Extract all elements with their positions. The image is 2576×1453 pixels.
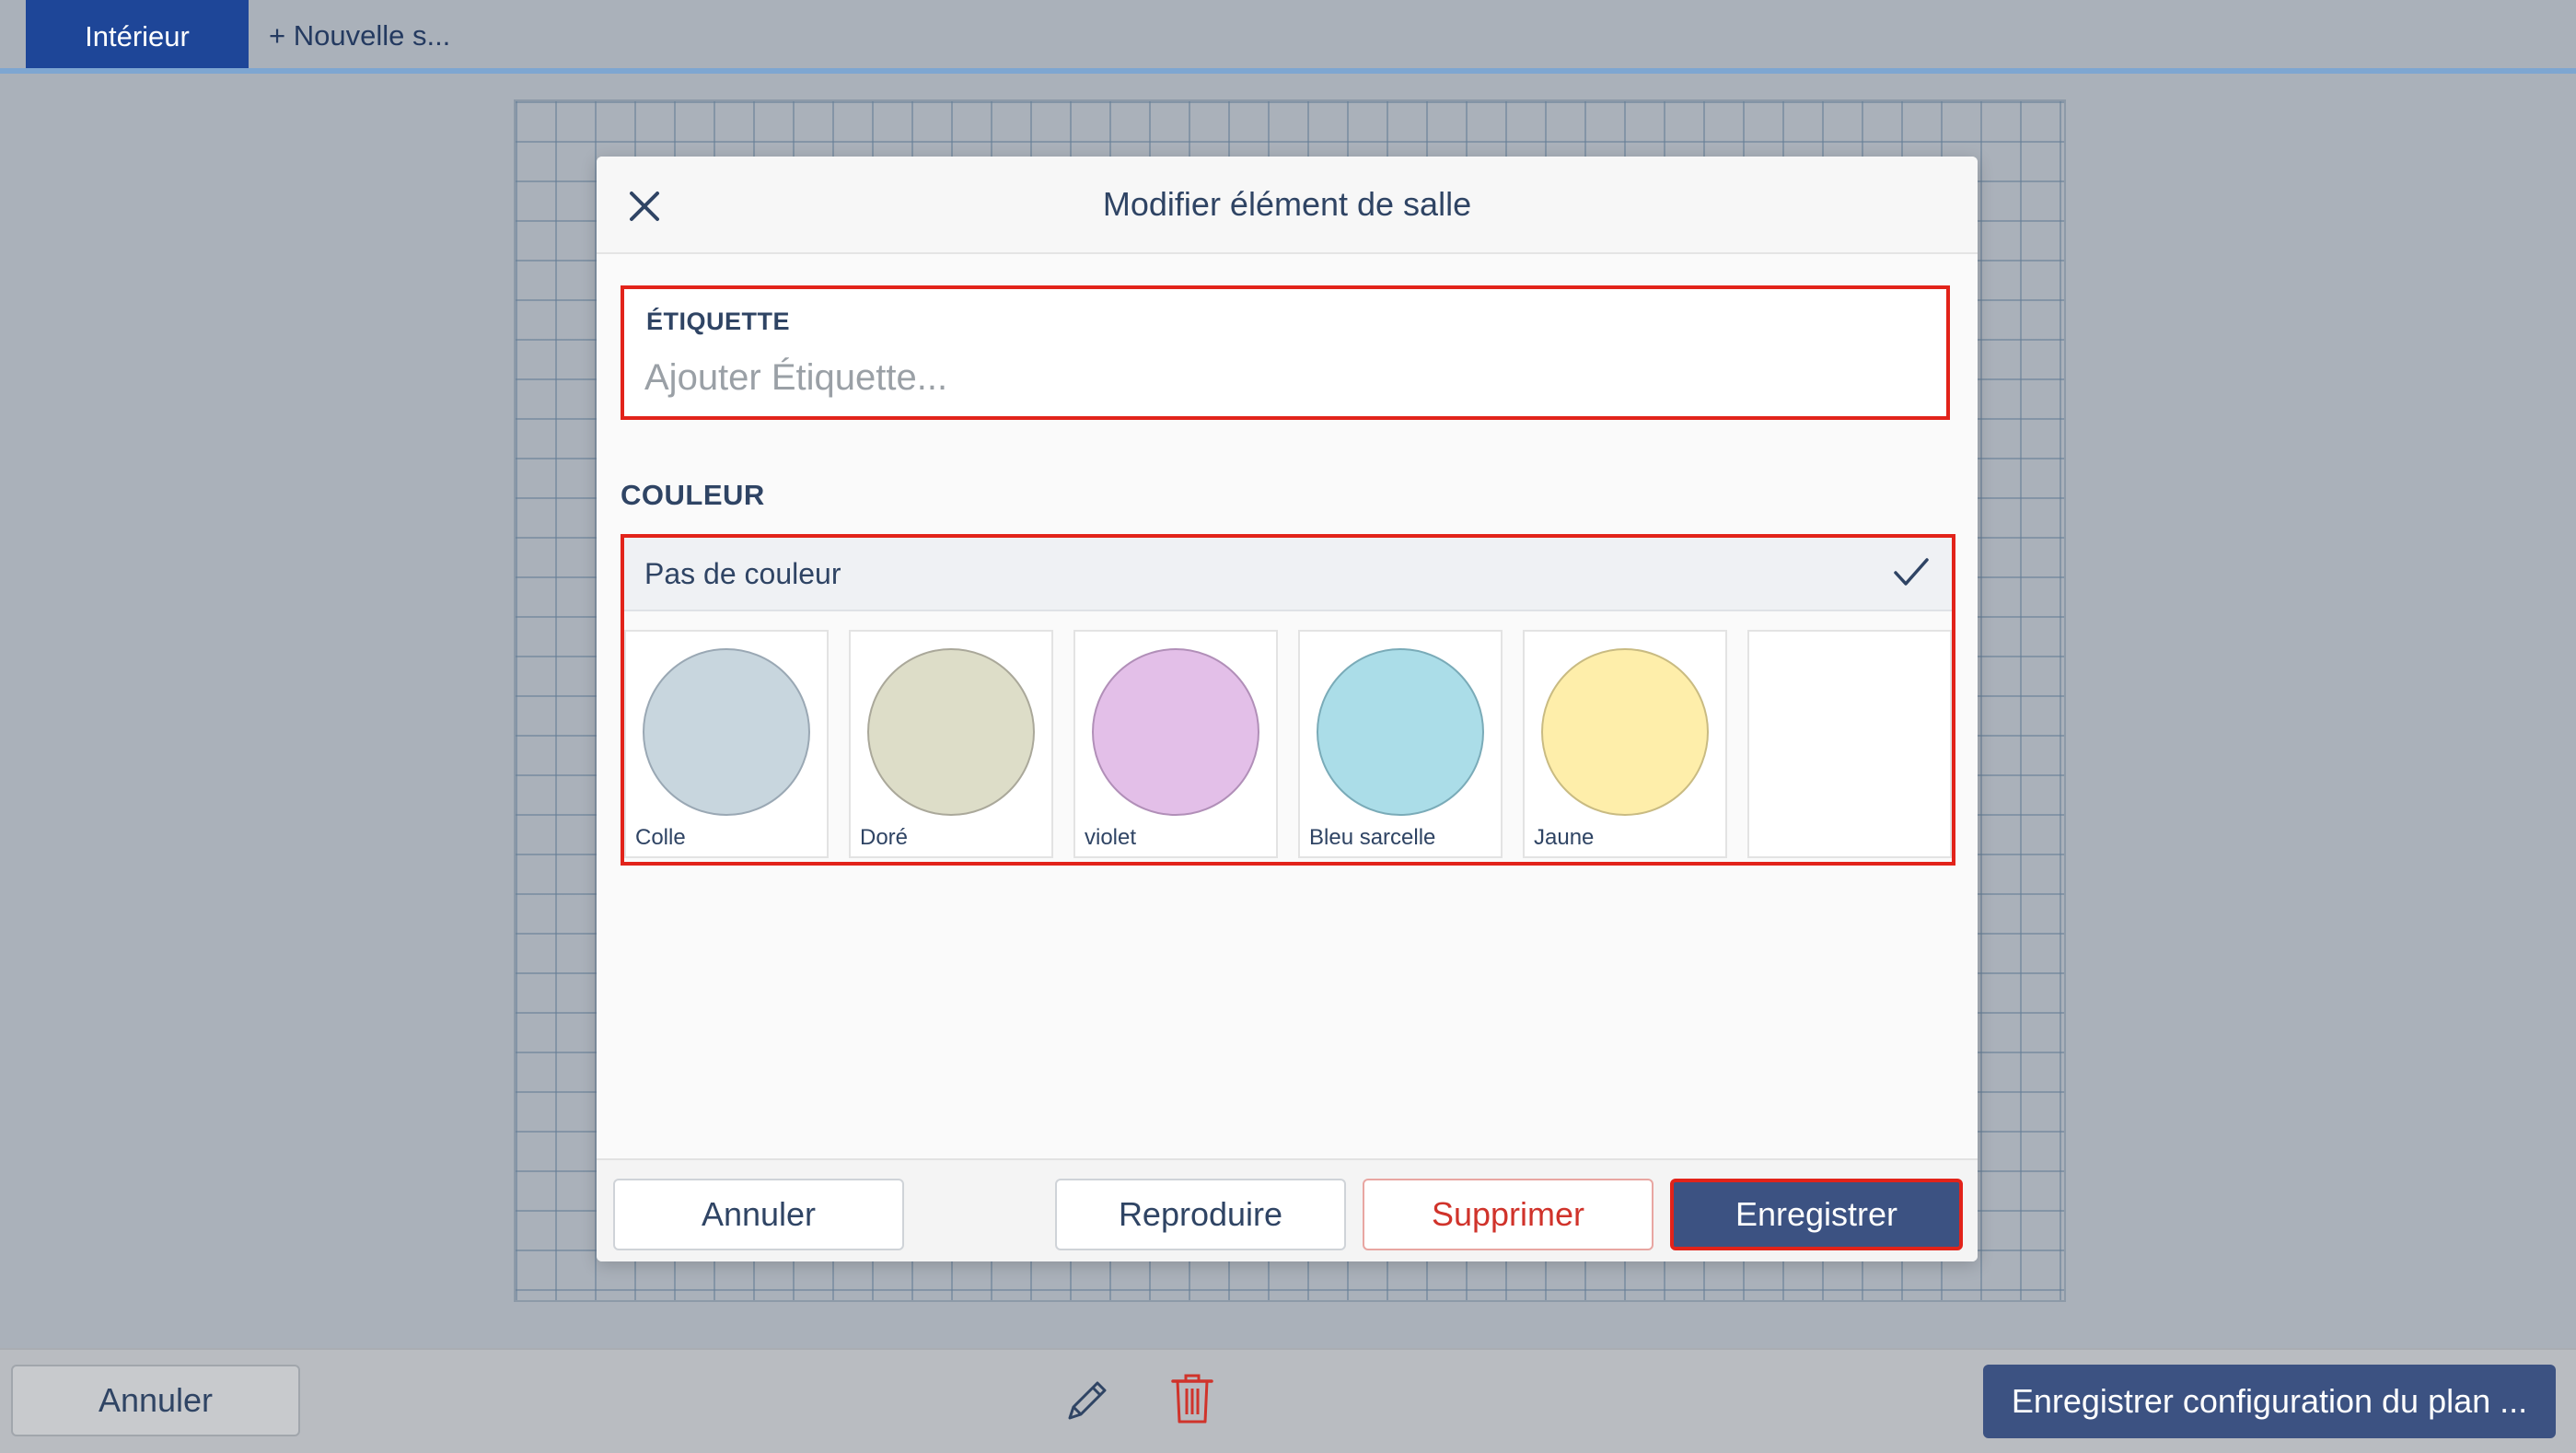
color-swatch-empty [1747, 630, 1952, 858]
close-icon[interactable] [628, 190, 661, 223]
plan-cancel-button[interactable]: Annuler [11, 1365, 300, 1436]
tab-bar-divider [0, 68, 2576, 74]
color-swatch-label: Colle [635, 825, 686, 850]
label-input[interactable] [644, 350, 1915, 405]
color-circle [643, 648, 810, 816]
save-plan-configuration-button[interactable]: Enregistrer configuration du plan ... [1983, 1365, 2556, 1438]
color-swatches: Colle Doré violet Bleu sarcelle Jaune [624, 630, 1952, 858]
color-swatch-colle[interactable]: Colle [624, 630, 829, 858]
dialog-footer: Annuler Reproduire Supprimer Enregistrer [597, 1158, 1978, 1261]
no-color-label: Pas de couleur [644, 556, 841, 590]
color-section-title: COULEUR [621, 479, 765, 511]
color-circle [1541, 648, 1709, 816]
color-swatch-label: Doré [860, 825, 909, 850]
label-field-caption: ÉTIQUETTE [646, 308, 791, 335]
bottom-toolbar: Annuler Enregistrer configuration du pla… [0, 1348, 2576, 1453]
color-swatch-label: violet [1085, 825, 1137, 850]
dialog-title: Modifier élément de salle [1102, 185, 1472, 223]
edit-room-element-dialog: Modifier élément de salle ÉTIQUETTE COUL… [597, 157, 1978, 1261]
tab-new-section[interactable]: + Nouvelle s... [269, 0, 450, 72]
save-button[interactable]: Enregistrer [1670, 1179, 1963, 1250]
color-swatch-jaune[interactable]: Jaune [1523, 630, 1727, 858]
duplicate-button[interactable]: Reproduire [1055, 1179, 1346, 1250]
color-swatch-violet[interactable]: violet [1073, 630, 1278, 858]
color-circle [1317, 648, 1484, 816]
color-swatch-label: Bleu sarcelle [1309, 825, 1436, 850]
color-swatch-bleu-sarcelle[interactable]: Bleu sarcelle [1298, 630, 1503, 858]
trash-icon[interactable] [1169, 1370, 1215, 1425]
tab-interieur[interactable]: Intérieur [26, 0, 249, 74]
color-swatch-dore[interactable]: Doré [849, 630, 1053, 858]
color-circle [867, 648, 1035, 816]
tab-bar: Intérieur + Nouvelle s... [0, 0, 2576, 74]
no-color-option[interactable]: Pas de couleur [624, 538, 1952, 611]
color-picker: Pas de couleur Colle Doré violet Bleu sa… [621, 534, 1955, 866]
pencil-icon[interactable] [1062, 1374, 1114, 1425]
color-swatch-label: Jaune [1534, 825, 1595, 850]
dialog-header: Modifier élément de salle [597, 157, 1978, 254]
delete-button[interactable]: Supprimer [1363, 1179, 1654, 1250]
cancel-button[interactable]: Annuler [613, 1179, 904, 1250]
checkmark-icon [1894, 558, 1929, 586]
label-field-group: ÉTIQUETTE [621, 285, 1950, 420]
color-circle [1092, 648, 1259, 816]
